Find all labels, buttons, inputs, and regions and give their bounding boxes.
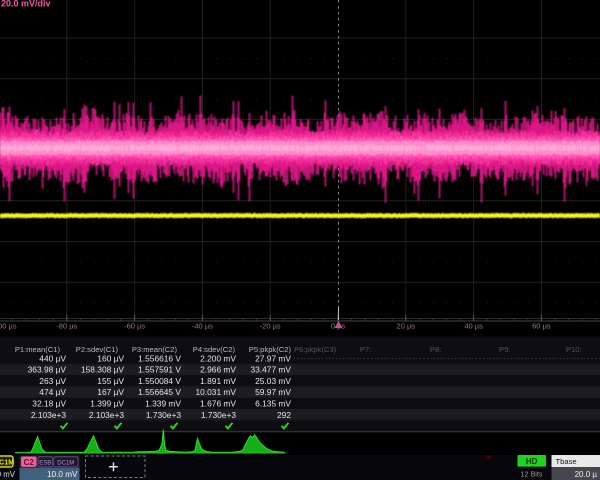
svg-text:158.308 µV: 158.308 µV bbox=[81, 365, 124, 375]
svg-text:1.891 mV: 1.891 mV bbox=[200, 376, 236, 386]
svg-text:2.966 mV: 2.966 mV bbox=[200, 365, 236, 375]
svg-text:C1M: C1M bbox=[0, 458, 14, 467]
svg-text:1.556645 V: 1.556645 V bbox=[138, 387, 181, 397]
svg-text:C2: C2 bbox=[24, 458, 35, 467]
svg-text:1.676 mV: 1.676 mV bbox=[200, 399, 236, 409]
svg-text:20 µs: 20 µs bbox=[397, 322, 416, 331]
svg-text:2.200 mV: 2.200 mV bbox=[200, 353, 236, 363]
svg-text:-80 µs: -80 µs bbox=[56, 322, 77, 331]
svg-text:Tbase: Tbase bbox=[556, 457, 577, 466]
svg-text:10.0 mV: 10.0 mV bbox=[47, 470, 78, 479]
svg-text:DC1M: DC1M bbox=[57, 460, 74, 466]
svg-text:P6:pkpk(C3): P6:pkpk(C3) bbox=[294, 345, 337, 354]
svg-text:1.550084 V: 1.550084 V bbox=[138, 376, 181, 386]
svg-text:474 µV: 474 µV bbox=[39, 387, 66, 397]
svg-text:P10:: P10: bbox=[566, 345, 582, 354]
svg-text:167 µV: 167 µV bbox=[97, 387, 124, 397]
svg-text:440 µV: 440 µV bbox=[39, 353, 66, 363]
svg-text:6.135 mV: 6.135 mV bbox=[255, 399, 291, 409]
svg-text:33.477 mV: 33.477 mV bbox=[250, 365, 291, 375]
svg-text:27.97 mV: 27.97 mV bbox=[255, 353, 291, 363]
svg-text:P9:: P9: bbox=[499, 345, 510, 354]
svg-text:160 µV: 160 µV bbox=[97, 353, 124, 363]
svg-text:40 µs: 40 µs bbox=[464, 322, 483, 331]
svg-text:1.399 µV: 1.399 µV bbox=[90, 399, 124, 409]
svg-text:-60 µs: -60 µs bbox=[124, 322, 145, 331]
svg-text:HD: HD bbox=[526, 457, 538, 466]
svg-text:1.556616 V: 1.556616 V bbox=[138, 353, 181, 363]
svg-text:10.031 mV: 10.031 mV bbox=[195, 387, 236, 397]
svg-text:60 µs: 60 µs bbox=[532, 322, 551, 331]
svg-text:-40 µs: -40 µs bbox=[192, 322, 213, 331]
svg-text:1.557591 V: 1.557591 V bbox=[138, 365, 181, 375]
svg-text:263 µV: 263 µV bbox=[39, 376, 66, 386]
svg-text:12 Bits: 12 Bits bbox=[521, 470, 543, 479]
svg-text:32.18 µV: 32.18 µV bbox=[32, 399, 66, 409]
svg-text:2.103e+3: 2.103e+3 bbox=[89, 410, 125, 420]
svg-text:ESB: ESB bbox=[39, 460, 51, 466]
svg-text:155 µV: 155 µV bbox=[97, 376, 124, 386]
svg-text:20.0 µ: 20.0 µ bbox=[575, 470, 598, 479]
svg-text:363.98 µV: 363.98 µV bbox=[28, 365, 67, 375]
svg-text:-20 µs: -20 µs bbox=[260, 322, 281, 331]
svg-text:P8:: P8: bbox=[430, 345, 441, 354]
svg-text:P7:: P7: bbox=[360, 345, 371, 354]
svg-text:-100 µs: -100 µs bbox=[0, 322, 17, 331]
svg-text:20.0 mV/div: 20.0 mV/div bbox=[1, 0, 51, 9]
svg-text:2.103e+3: 2.103e+3 bbox=[31, 410, 67, 420]
svg-text:1.730e+3: 1.730e+3 bbox=[146, 410, 182, 420]
svg-text:1.730e+3: 1.730e+3 bbox=[201, 410, 237, 420]
svg-text:0 mV: 0 mV bbox=[0, 470, 16, 479]
svg-text:59.97 mV: 59.97 mV bbox=[255, 387, 291, 397]
svg-text:1.339 mV: 1.339 mV bbox=[145, 399, 181, 409]
svg-text:25.03 mV: 25.03 mV bbox=[255, 376, 291, 386]
svg-text:292: 292 bbox=[277, 410, 291, 420]
